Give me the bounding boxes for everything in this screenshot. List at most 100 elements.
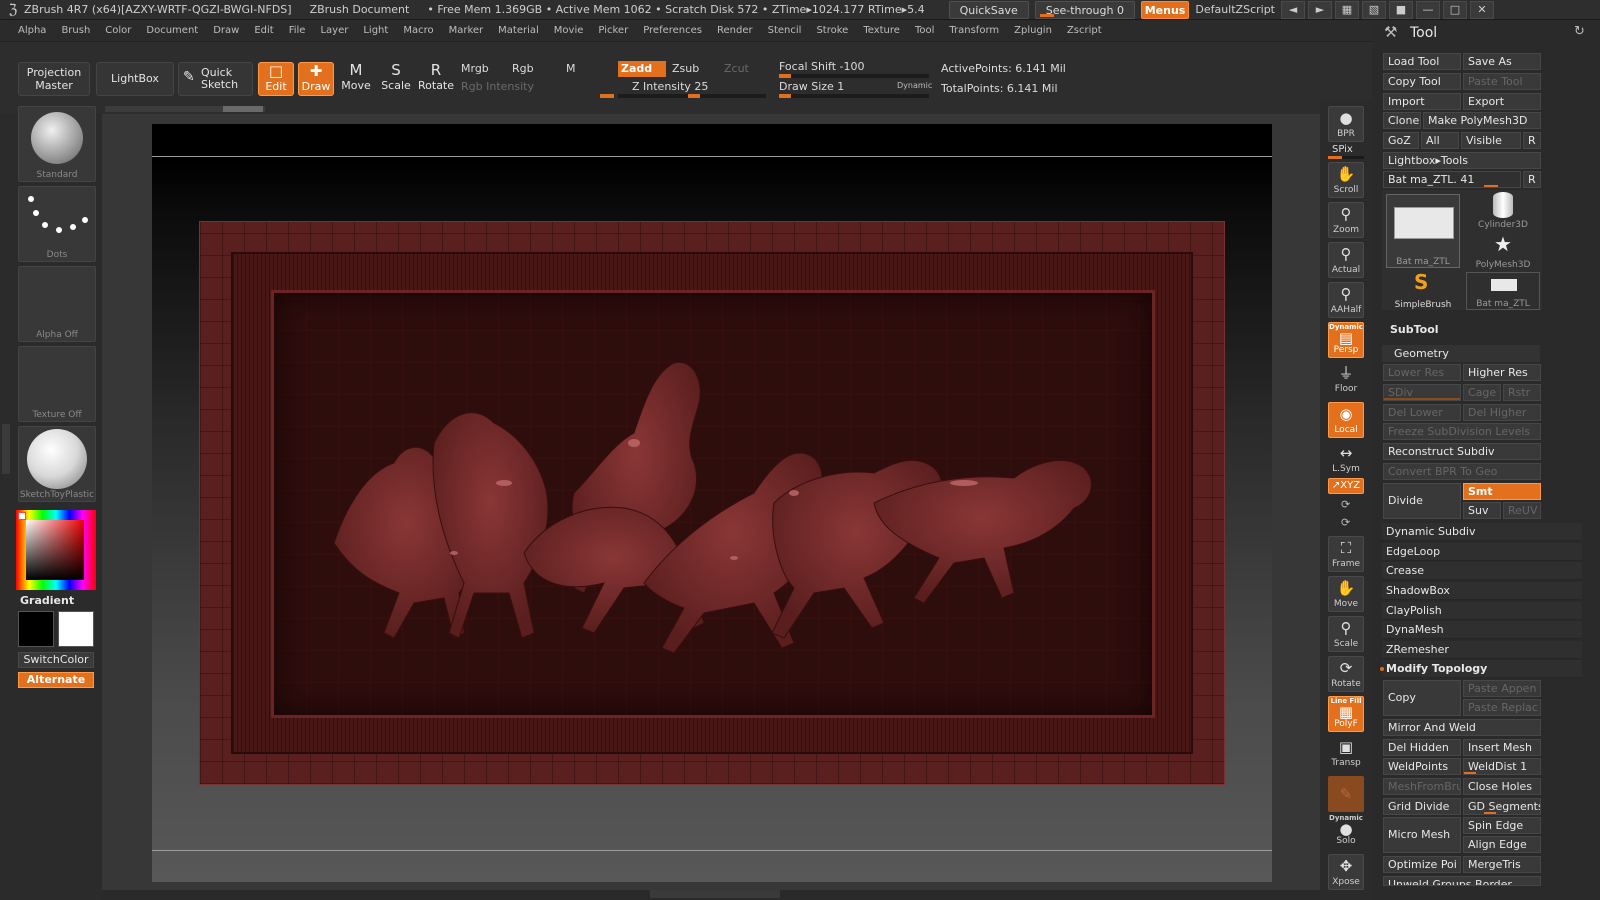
focal-shift-slider[interactable]: Focal Shift -100 bbox=[779, 60, 864, 73]
menu-zscript[interactable]: Zscript bbox=[1067, 25, 1102, 36]
copy-button[interactable]: Copy bbox=[1383, 680, 1461, 716]
bottom-scrollbar[interactable] bbox=[650, 890, 780, 898]
layout-icon[interactable]: ▦ bbox=[1335, 0, 1359, 19]
left-collapse-handle[interactable] bbox=[2, 424, 10, 474]
horizontal-scrollbar[interactable] bbox=[105, 106, 265, 112]
menu-alpha[interactable]: Alpha bbox=[18, 25, 46, 36]
import-button[interactable]: Import bbox=[1383, 93, 1461, 110]
del-hidden-button[interactable]: Del Hidden bbox=[1383, 739, 1461, 756]
menu-file[interactable]: File bbox=[289, 25, 306, 36]
modify-topology-section[interactable]: Modify Topology bbox=[1380, 660, 1582, 678]
quick-sketch-button[interactable]: ✎ Quick Sketch bbox=[178, 62, 253, 96]
menu-material[interactable]: Material bbox=[498, 25, 539, 36]
tool-palette-header[interactable]: ⚒ Tool ↻ bbox=[1372, 20, 1600, 46]
paste-tool-button[interactable]: Paste Tool bbox=[1463, 73, 1541, 90]
texture-thumbnail[interactable]: Texture Off bbox=[18, 346, 96, 422]
mesh-from-brush-button[interactable]: MeshFromBru bbox=[1383, 778, 1461, 795]
bpr-button[interactable]: ● BPR bbox=[1328, 106, 1364, 142]
make-polymesh-button[interactable]: Make PolyMesh3D bbox=[1423, 112, 1541, 129]
del-lower-button[interactable]: Del Lower bbox=[1383, 404, 1461, 421]
micro-mesh-button[interactable]: Micro Mesh bbox=[1383, 817, 1461, 853]
load-tool-button[interactable]: Load Tool bbox=[1383, 53, 1461, 70]
floor-button[interactable]: ⏚ Floor bbox=[1328, 362, 1364, 398]
zremesher-section[interactable]: ZRemesher bbox=[1382, 641, 1582, 659]
weldpoints-button[interactable]: WeldPoints bbox=[1383, 758, 1461, 775]
menu-tool[interactable]: Tool bbox=[915, 25, 934, 36]
goz-button[interactable]: GoZ bbox=[1383, 132, 1419, 149]
scale-button[interactable]: S Scale bbox=[378, 62, 414, 96]
primary-color-swatch[interactable] bbox=[18, 611, 54, 647]
freeze-subdivision-button[interactable]: Freeze SubDivision Levels bbox=[1383, 423, 1541, 440]
reuv-button[interactable]: ReUV bbox=[1503, 502, 1541, 519]
lower-res-button[interactable]: Lower Res bbox=[1383, 364, 1461, 381]
dynamesh-section[interactable]: DynaMesh bbox=[1382, 621, 1582, 639]
menu-movie[interactable]: Movie bbox=[554, 25, 584, 36]
higher-res-button[interactable]: Higher Res bbox=[1463, 364, 1541, 381]
unweld-groups-border-button[interactable]: Unweld Groups Border bbox=[1383, 876, 1541, 886]
scroll-button[interactable]: ✋ Scroll bbox=[1328, 162, 1364, 198]
menu-stencil[interactable]: Stencil bbox=[768, 25, 802, 36]
copy-tool-button[interactable]: Copy Tool bbox=[1383, 73, 1461, 90]
goz-r-button[interactable]: R bbox=[1523, 132, 1541, 149]
persp-button[interactable]: Dynamic ▤ Persp bbox=[1328, 322, 1364, 358]
goz-visible-button[interactable]: Visible bbox=[1461, 132, 1521, 149]
menu-picker[interactable]: Picker bbox=[598, 25, 628, 36]
rstr-button[interactable]: Rstr bbox=[1503, 384, 1541, 401]
mirror-and-weld-button[interactable]: Mirror And Weld bbox=[1383, 719, 1541, 736]
switchcolor-button[interactable]: SwitchColor bbox=[18, 652, 94, 668]
polyf-button[interactable]: Line Fill ▦ PolyF bbox=[1328, 696, 1364, 732]
solo-button[interactable]: Dynamic ● Solo bbox=[1328, 814, 1364, 850]
zcut-button[interactable]: Zcut bbox=[724, 62, 749, 75]
lightbox-tools-button[interactable]: Lightbox▸Tools bbox=[1383, 152, 1541, 169]
xyz-button[interactable]: ↗XYZ bbox=[1328, 478, 1364, 494]
rgb-button[interactable]: Rgb bbox=[512, 62, 534, 75]
edgeloop-section[interactable]: EdgeLoop bbox=[1382, 543, 1582, 561]
export-button[interactable]: Export bbox=[1463, 93, 1541, 110]
local-button[interactable]: ◉ Local bbox=[1328, 402, 1364, 438]
menu-color[interactable]: Color bbox=[105, 25, 131, 36]
frame-button[interactable]: ⛶ Frame bbox=[1328, 536, 1364, 572]
menu-transform[interactable]: Transform bbox=[949, 25, 999, 36]
crease-section[interactable]: Crease bbox=[1382, 562, 1582, 580]
tool-thumb-bat-ma[interactable]: Bat ma_ZTL bbox=[1466, 272, 1540, 310]
secondary-color-swatch[interactable] bbox=[58, 611, 94, 647]
rotate-z-icon[interactable]: ⟳ bbox=[1341, 516, 1350, 529]
menu-macro[interactable]: Macro bbox=[403, 25, 433, 36]
default-zscript-button[interactable]: DefaultZScript bbox=[1195, 3, 1275, 16]
material-thumbnail[interactable]: SketchToyPlastic bbox=[18, 426, 96, 502]
welddist-slider[interactable]: WeldDist 1 bbox=[1463, 758, 1541, 775]
subtool-section[interactable]: SubTool bbox=[1378, 321, 1578, 338]
z-intensity-slider[interactable]: Z Intensity 25 bbox=[632, 80, 708, 93]
lock-icon[interactable]: ■ bbox=[1389, 0, 1413, 19]
transp-button[interactable]: ▣ Transp bbox=[1328, 736, 1364, 772]
dynamic-toggle[interactable]: Dynamic bbox=[897, 81, 932, 90]
suv-toggle[interactable]: Suv bbox=[1463, 502, 1501, 519]
geometry-section[interactable]: Geometry bbox=[1382, 345, 1540, 362]
dynamic-subdiv-section[interactable]: Dynamic Subdiv bbox=[1382, 523, 1582, 541]
menu-document[interactable]: Document bbox=[146, 25, 198, 36]
tool-thumb-simplebrush[interactable]: S SimpleBrush bbox=[1386, 270, 1460, 310]
tool-thumb-bat-ma-active[interactable]: Bat ma_ZTL bbox=[1386, 194, 1460, 268]
move-button[interactable]: M Move bbox=[338, 62, 374, 96]
clone-button[interactable]: Clone bbox=[1383, 112, 1421, 129]
lsym-button[interactable]: ↔ L.Sym bbox=[1328, 442, 1364, 478]
edit-button[interactable]: □ Edit bbox=[258, 62, 294, 96]
color-picker[interactable] bbox=[16, 510, 96, 590]
menu-render[interactable]: Render bbox=[717, 25, 753, 36]
m-button[interactable]: M bbox=[566, 62, 576, 75]
claypolish-section[interactable]: ClayPolish bbox=[1382, 602, 1582, 620]
close-holes-button[interactable]: Close Holes bbox=[1463, 778, 1541, 795]
smt-toggle[interactable]: Smt bbox=[1463, 483, 1541, 500]
menu-stroke[interactable]: Stroke bbox=[816, 25, 848, 36]
document-canvas[interactable] bbox=[152, 124, 1272, 882]
cage-button[interactable]: Cage bbox=[1463, 384, 1501, 401]
xpose-button[interactable]: ✥ Xpose bbox=[1328, 854, 1364, 890]
menu-layer[interactable]: Layer bbox=[320, 25, 348, 36]
rotate-button[interactable]: R Rotate bbox=[418, 62, 454, 96]
zadd-button[interactable]: Zadd bbox=[618, 61, 666, 77]
aahalf-button[interactable]: ⚲ AAHalf bbox=[1328, 282, 1364, 318]
rotate-view-button[interactable]: ⟳ Rotate bbox=[1328, 656, 1364, 692]
shadowbox-section[interactable]: ShadowBox bbox=[1382, 582, 1582, 600]
draw-button[interactable]: ✚ Draw bbox=[298, 62, 334, 96]
menu-zplugin[interactable]: Zplugin bbox=[1014, 25, 1052, 36]
